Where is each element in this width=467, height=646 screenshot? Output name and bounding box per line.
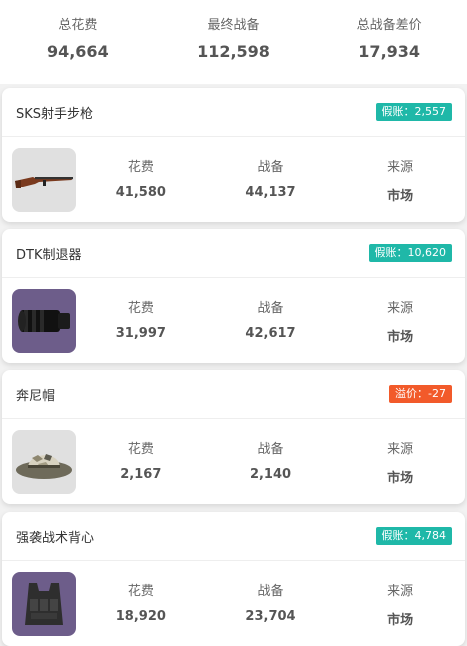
stat-cost: 花费 31,997: [76, 297, 206, 345]
item-card[interactable]: SKS射手步枪 假账：2,557 花费 41,580 战备 44,137 来源 …: [2, 88, 465, 222]
stat-value: 市场: [387, 189, 414, 204]
price-badge: 溢价：-27: [389, 385, 452, 403]
item-stats: 花费 31,997 战备 42,617 来源 市场: [76, 297, 465, 345]
summary-value: 112,598: [197, 42, 270, 61]
item-thumbnail: [12, 572, 76, 636]
stat-value: 市场: [387, 471, 414, 486]
stat-value: 41,580: [115, 185, 166, 200]
item-name: SKS射手步枪: [16, 106, 94, 122]
tactical-vest-icon: [25, 583, 63, 625]
stat-value: 市场: [387, 330, 414, 345]
item-stats: 花费 2,167 战备 2,140 来源 市场: [76, 438, 465, 486]
rifle-icon: [15, 177, 73, 188]
card-body: 花费 18,920 战备 23,704 来源 市场: [2, 561, 465, 646]
stat-cost: 花费 2,167: [76, 438, 206, 486]
card-header: DTK制退器 假账：10,620: [2, 229, 465, 278]
stat-value: 42,617: [245, 326, 296, 341]
summary-value: 17,934: [358, 42, 421, 61]
stat-cost: 花费 41,580: [76, 156, 206, 204]
summary-label: 总战备差价: [356, 18, 422, 33]
card-body: 花费 31,997 战备 42,617 来源 市场: [2, 278, 465, 363]
card-body: 花费 41,580 战备 44,137 来源 市场: [2, 137, 465, 222]
stat-source: 来源 市场: [335, 297, 465, 345]
stat-value: 2,167: [120, 467, 162, 482]
stat-value: 44,137: [245, 185, 296, 200]
stat-value: 23,704: [245, 609, 296, 624]
card-header: SKS射手步枪 假账：2,557: [2, 88, 465, 137]
card-header: 奔尼帽 溢价：-27: [2, 370, 465, 419]
item-card[interactable]: 强袭战术背心 假账：4,784 花费 18,920 战备 23,704 来源 市…: [2, 512, 465, 646]
stat-label: 花费: [127, 301, 154, 316]
stat-source: 来源 市场: [335, 438, 465, 486]
stat-label: 花费: [127, 160, 154, 175]
summary-total-cost: 总花费 94,664: [0, 0, 156, 84]
stat-cost: 花费 18,920: [76, 580, 206, 628]
stat-label: 花费: [127, 584, 154, 599]
stat-value: 18,920: [115, 609, 166, 624]
summary-value: 94,664: [46, 42, 109, 61]
stat-label: 来源: [387, 442, 414, 457]
stat-label: 来源: [387, 584, 414, 599]
stat-readiness: 战备 42,617: [206, 297, 336, 345]
summary-final-readiness: 最终战备 112,598: [156, 0, 312, 84]
card-header: 强袭战术背心 假账：4,784: [2, 512, 465, 561]
item-name: 强袭战术背心: [16, 530, 95, 546]
item-stats: 花费 18,920 战备 23,704 来源 市场: [76, 580, 465, 628]
stat-readiness: 战备 23,704: [206, 580, 336, 628]
item-stats: 花费 41,580 战备 44,137 来源 市场: [76, 156, 465, 204]
stat-label: 战备: [257, 160, 284, 175]
summary-bar: 总花费 94,664 最终战备 112,598 总战备差价 17,934: [0, 0, 467, 84]
stat-readiness: 战备 2,140: [206, 438, 336, 486]
price-badge: 假账：2,557: [375, 103, 452, 121]
price-badge: 假账：4,784: [375, 527, 452, 545]
stat-label: 战备: [257, 301, 284, 316]
stat-label: 战备: [257, 442, 284, 457]
stat-label: 战备: [257, 584, 284, 599]
item-thumbnail: [12, 430, 76, 494]
item-thumbnail: [12, 289, 76, 353]
stat-source: 来源 市场: [335, 580, 465, 628]
item-thumbnail: [12, 148, 76, 212]
stat-label: 来源: [387, 301, 414, 316]
stat-label: 花费: [127, 442, 154, 457]
summary-label: 最终战备: [207, 18, 260, 33]
card-body: 花费 2,167 战备 2,140 来源 市场: [2, 419, 465, 504]
summary-total-diff: 总战备差价 17,934: [311, 0, 467, 84]
item-name: DTK制退器: [16, 247, 82, 263]
boonie-hat-icon: [16, 454, 72, 479]
stat-label: 来源: [387, 160, 414, 175]
stat-readiness: 战备 44,137: [206, 156, 336, 204]
item-card[interactable]: DTK制退器 假账：10,620 花费 31,997 战备 42,617 来源 …: [2, 229, 465, 363]
stat-value: 2,140: [249, 467, 292, 482]
item-card[interactable]: 奔尼帽 溢价：-27 花费 2,167 战备 2,140 来源 市场: [2, 370, 465, 504]
stat-value: 市场: [387, 613, 414, 628]
muzzle-brake-icon: [18, 310, 70, 332]
stat-value: 31,997: [115, 326, 166, 341]
stat-source: 来源 市场: [335, 156, 465, 204]
item-name: 奔尼帽: [16, 388, 56, 404]
price-badge: 假账：10,620: [368, 244, 452, 262]
summary-label: 总花费: [58, 18, 98, 33]
